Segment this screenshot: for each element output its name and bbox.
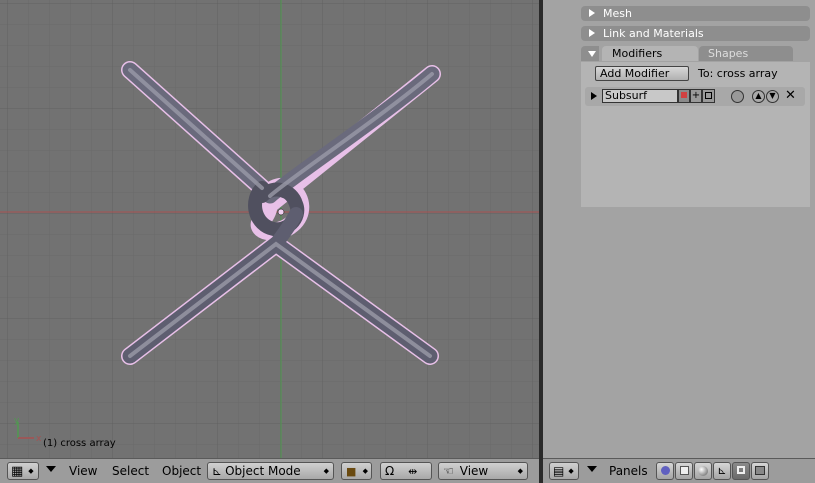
mode-select[interactable]: ⊾ Object Mode ◆	[207, 462, 334, 480]
move-down-icon[interactable]: ▼	[766, 90, 779, 103]
updown-icon: ◆	[323, 467, 329, 475]
menu-collapse-icon[interactable]	[46, 466, 56, 472]
tab-modifiers-label: Modifiers	[612, 47, 663, 60]
editing-context-icon[interactable]	[732, 462, 750, 480]
modifier-name: Subsurf	[605, 89, 648, 102]
object-origin	[277, 208, 285, 216]
object-context-icon[interactable]: ⊾	[713, 462, 731, 480]
shading-context-icon[interactable]	[694, 462, 712, 480]
3d-viewport[interactable]: y x (1) cross array	[0, 0, 539, 458]
modifier-target-label: To: cross array	[698, 67, 778, 80]
pivot-icon: Ω	[385, 464, 395, 478]
viewport-canvas[interactable]: y x (1) cross array	[0, 0, 539, 458]
view-select[interactable]: ☜ View ◆	[438, 462, 528, 480]
render-toggle-icon[interactable]	[678, 89, 690, 103]
panels-menu[interactable]: Panels	[609, 464, 648, 478]
manipulator-icon: ⇹	[408, 464, 418, 478]
realtime-toggle-icon[interactable]: +	[690, 89, 702, 103]
buttons-header: ▤ ◆ Panels ⊾	[543, 458, 815, 483]
gizmo-x-label: x	[36, 434, 42, 444]
modifier-name-field[interactable]: Subsurf	[602, 89, 678, 103]
panel-link-and-materials[interactable]: Link and Materials	[581, 26, 810, 41]
solid-draw-icon: ■	[346, 464, 357, 478]
mode-label: Object Mode	[225, 464, 301, 478]
panel-link-materials-label: Link and Materials	[603, 27, 704, 40]
updown-icon: ◆	[568, 467, 574, 475]
script-context-icon[interactable]	[675, 462, 693, 480]
gizmo-y-label: y	[14, 416, 20, 426]
editor-type-button[interactable]: ▦ ◆	[7, 462, 39, 480]
panel-mesh[interactable]: Mesh	[581, 6, 810, 21]
object-menu[interactable]: Object	[162, 464, 201, 478]
modifiers-panel	[581, 62, 810, 207]
updown-icon: ◆	[28, 467, 34, 475]
cage-toggle-icon[interactable]	[731, 90, 744, 103]
editmode-toggle-icon[interactable]	[702, 89, 715, 103]
pivot-select[interactable]: Ω ⇹	[380, 462, 432, 480]
grid-icon: ▦	[11, 463, 24, 479]
expand-arrow-icon	[589, 29, 595, 37]
subsurf-modifier-row: Subsurf + ▲ ▼ ✕	[585, 87, 805, 106]
tab-shapes-label: Shapes	[708, 47, 749, 60]
view-menu[interactable]: View	[69, 464, 97, 478]
object-mode-icon: ⊾	[212, 464, 223, 478]
add-modifier-label: Add Modifier	[600, 67, 670, 80]
collapse-arrow-icon	[588, 51, 596, 57]
panel-modifiers-collapse[interactable]	[581, 46, 599, 61]
viewport-header: ▦ ◆ View Select Object ⊾ Object Mode ◆ ■…	[0, 458, 539, 483]
expand-arrow-icon	[589, 9, 595, 17]
move-up-icon[interactable]: ▲	[752, 90, 765, 103]
editor-type-button[interactable]: ▤ ◆	[549, 462, 579, 480]
add-modifier-button[interactable]: Add Modifier	[595, 66, 689, 81]
panel-mesh-label: Mesh	[603, 7, 632, 20]
updown-icon: ◆	[517, 467, 523, 475]
view-select-label: View	[459, 464, 489, 478]
menu-collapse-icon[interactable]	[587, 466, 597, 472]
object-name-label: (1) cross array	[43, 438, 116, 449]
updown-icon: ◆	[362, 467, 368, 475]
tab-modifiers[interactable]: Modifiers	[602, 46, 698, 61]
hand-icon: ☜	[443, 464, 454, 478]
draw-type-select[interactable]: ■ ◆	[341, 462, 372, 480]
scene-context-icon[interactable]	[751, 462, 769, 480]
expand-modifier-icon[interactable]	[591, 92, 597, 100]
logic-context-icon[interactable]	[656, 462, 674, 480]
tab-shapes[interactable]: Shapes	[699, 46, 793, 61]
select-menu[interactable]: Select	[112, 464, 149, 478]
delete-modifier-icon[interactable]: ✕	[785, 88, 796, 103]
buttons-window-icon: ▤	[553, 464, 565, 478]
